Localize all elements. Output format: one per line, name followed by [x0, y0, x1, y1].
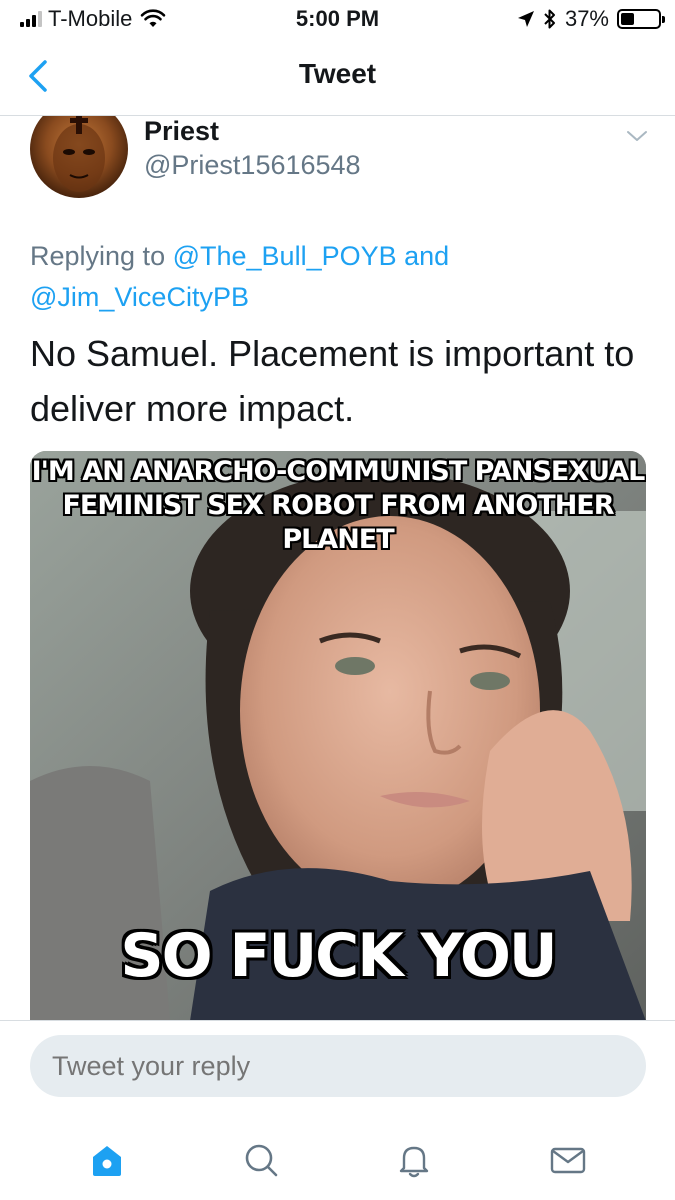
mention-link[interactable]: @The_Bull_POYB	[173, 241, 397, 271]
bluetooth-icon	[544, 9, 555, 29]
meme-bottom-caption: SO FUCK YOU	[120, 921, 557, 991]
status-right: 37%	[517, 6, 665, 32]
display-name[interactable]: Priest	[144, 116, 219, 147]
nav-header: Tweet	[0, 38, 675, 116]
avatar[interactable]	[30, 116, 128, 198]
tab-bar	[0, 1120, 675, 1200]
tab-search[interactable]	[231, 1130, 291, 1190]
mention-link[interactable]: @Jim_ViceCityPB	[30, 282, 249, 312]
search-icon	[245, 1144, 277, 1177]
bell-icon	[400, 1146, 429, 1178]
page-title: Tweet	[298, 58, 377, 89]
envelope-icon	[550, 1147, 586, 1174]
tab-home[interactable]	[77, 1130, 137, 1190]
meme-top-line-2: FEMINIST SEX ROBOT FROM ANOTHER PLANET	[62, 490, 614, 555]
battery-nub	[662, 16, 665, 23]
battery-icon	[617, 9, 665, 29]
home-icon	[92, 1146, 121, 1176]
chevron-down-icon[interactable]	[625, 124, 649, 148]
location-arrow-icon	[517, 11, 534, 27]
meme-top-caption: I'M AN ANARCHO-COMMUNIST PANSEXUAL FEMIN…	[30, 455, 646, 557]
tweet-detail: Priest @Priest15616548 Replying to @The_…	[0, 116, 675, 1020]
meme-top-line-1: I'M AN ANARCHO-COMMUNIST PANSEXUAL	[31, 456, 646, 487]
tweet-media-image[interactable]: I'M AN ANARCHO-COMMUNIST PANSEXUAL FEMIN…	[30, 451, 646, 1020]
reply-input[interactable]	[30, 1035, 646, 1097]
replying-to-label: Replying to	[30, 241, 173, 271]
avatar-image	[53, 116, 105, 192]
battery-fill	[621, 13, 635, 25]
user-handle[interactable]: @Priest15616548	[144, 150, 361, 181]
status-bar: T-Mobile 5:00 PM 37%	[0, 0, 675, 38]
tab-messages[interactable]	[538, 1130, 598, 1190]
tweet-text: No Samuel. Placement is important to del…	[30, 333, 635, 429]
tab-notifications[interactable]	[384, 1130, 444, 1190]
replying-to-and: and	[396, 241, 450, 271]
reply-composer	[0, 1020, 675, 1120]
battery-percent: 37%	[564, 6, 609, 31]
replying-to: Replying to @The_Bull_POYB and @Jim_Vice…	[30, 236, 650, 318]
